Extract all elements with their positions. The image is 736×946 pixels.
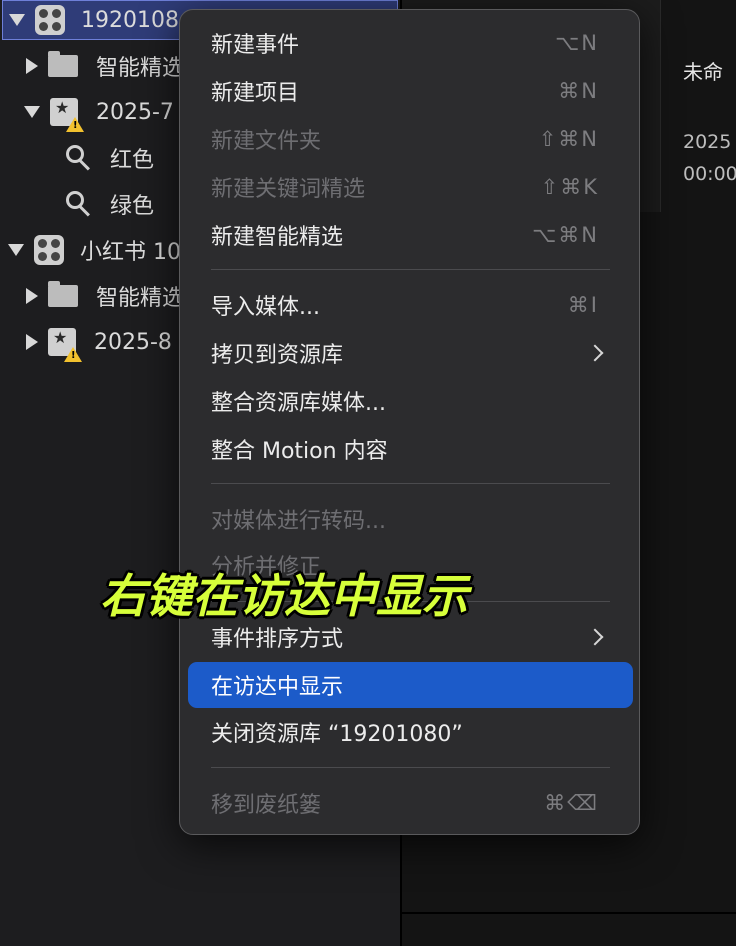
folder-label: 智能精选 — [96, 286, 185, 311]
shortcut-label: ⇧⌘K — [540, 175, 599, 199]
library-icon — [35, 5, 65, 35]
menu-item-close-library[interactable]: 关闭资源库 “19201080” — [188, 710, 633, 754]
pane-bottom-divider — [402, 912, 736, 914]
library-label: 小红书 10 — [80, 240, 181, 265]
library-label: 1920108 — [81, 7, 179, 33]
shortcut-label: ⌘N — [558, 79, 599, 103]
menu-separator — [211, 483, 610, 484]
overlay-caption: 右键在访达中显示 — [100, 569, 468, 623]
menu-item-copy-to-library[interactable]: 拷贝到资源库 — [188, 331, 633, 375]
disclosure-down-icon[interactable] — [24, 106, 40, 118]
menu-item-move-to-trash: 移到废纸篓 ⌘⌫ — [211, 791, 599, 818]
keyword-label: 绿色 — [110, 194, 155, 219]
menu-item-consolidate-motion-content[interactable]: 整合 Motion 内容 — [188, 427, 633, 471]
menu-item-consolidate-library-media[interactable]: 整合资源库媒体... — [188, 379, 633, 423]
shortcut-label: ⌥N — [555, 31, 599, 55]
menu-item-new-project[interactable]: 新建项目 ⌘N — [188, 69, 633, 113]
event-warning-icon: ★! — [48, 328, 82, 362]
event-label: 2025-8 — [94, 329, 172, 355]
folder-row[interactable]: 智能精选 — [0, 43, 184, 89]
menu-item-reveal-in-finder[interactable]: 在访达中显示 — [188, 662, 633, 708]
menu-item-transcode-media: 对媒体进行转码... — [211, 509, 386, 534]
clip-time: 00:00 — [683, 163, 736, 185]
event-row[interactable]: ★! 2025-7 — [0, 89, 174, 135]
keyword-key-icon — [66, 191, 92, 217]
menu-item-new-folder: 新建文件夹 ⇧⌘N — [211, 127, 599, 154]
disclosure-down-icon[interactable] — [9, 14, 25, 26]
context-menu: 新建事件 ⌥N 新建项目 ⌘N 新建文件夹 ⇧⌘N 新建关键词精选 ⇧⌘K 新建… — [179, 9, 640, 835]
disclosure-down-icon[interactable] — [8, 244, 24, 256]
keyword-row-red[interactable]: 红色 — [0, 135, 154, 181]
clip-meta: 2025 00:00 — [683, 126, 736, 190]
keyword-label: 红色 — [110, 148, 155, 173]
clip-title: 未命 — [683, 60, 723, 84]
menu-separator — [211, 767, 610, 768]
folder-label: 智能精选 — [96, 56, 185, 81]
library-row-xiaohongshu[interactable]: 小红书 10 — [0, 227, 181, 273]
clip-date: 2025 — [683, 131, 732, 153]
folder-icon — [48, 51, 78, 77]
event-label: 2025-7 — [96, 99, 174, 125]
menu-item-import-media[interactable]: 导入媒体... ⌘I — [188, 283, 633, 327]
shortcut-label: ⇧⌘N — [538, 127, 599, 151]
event-row[interactable]: ★! 2025-8 — [0, 319, 172, 365]
folder-icon — [48, 281, 78, 307]
disclosure-right-icon[interactable] — [26, 334, 38, 350]
shortcut-label: ⌘I — [567, 293, 599, 317]
chevron-right-icon — [586, 628, 604, 646]
folder-row[interactable]: 智能精选 — [0, 273, 184, 319]
menu-item-new-smart-collection[interactable]: 新建智能精选 ⌥⌘N — [188, 213, 633, 257]
shortcut-label: ⌥⌘N — [532, 223, 599, 247]
disclosure-right-icon[interactable] — [26, 288, 38, 304]
keyword-key-icon — [66, 145, 92, 171]
keyword-row-green[interactable]: 绿色 — [0, 181, 154, 227]
chevron-right-icon — [586, 344, 604, 362]
menu-separator — [211, 269, 610, 270]
menu-item-new-event[interactable]: 新建事件 ⌥N — [188, 21, 633, 65]
menu-item-new-keyword-collection: 新建关键词精选 ⇧⌘K — [211, 175, 599, 202]
event-warning-icon: ★! — [50, 98, 84, 132]
library-icon — [34, 235, 64, 265]
shortcut-label: ⌘⌫ — [544, 791, 599, 815]
disclosure-right-icon[interactable] — [26, 58, 38, 74]
